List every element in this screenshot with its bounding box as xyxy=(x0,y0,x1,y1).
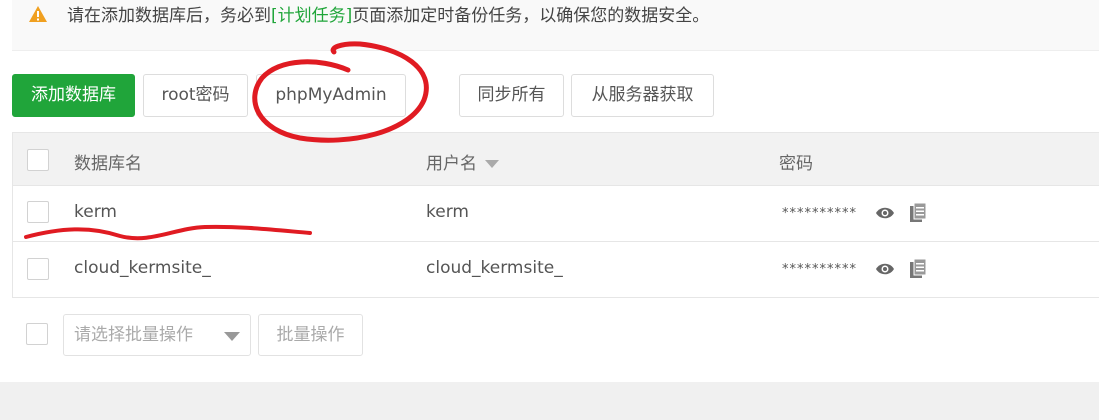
annotation-overlay xyxy=(24,41,429,241)
circle-annotation xyxy=(252,41,429,143)
underline-annotation xyxy=(24,224,312,241)
